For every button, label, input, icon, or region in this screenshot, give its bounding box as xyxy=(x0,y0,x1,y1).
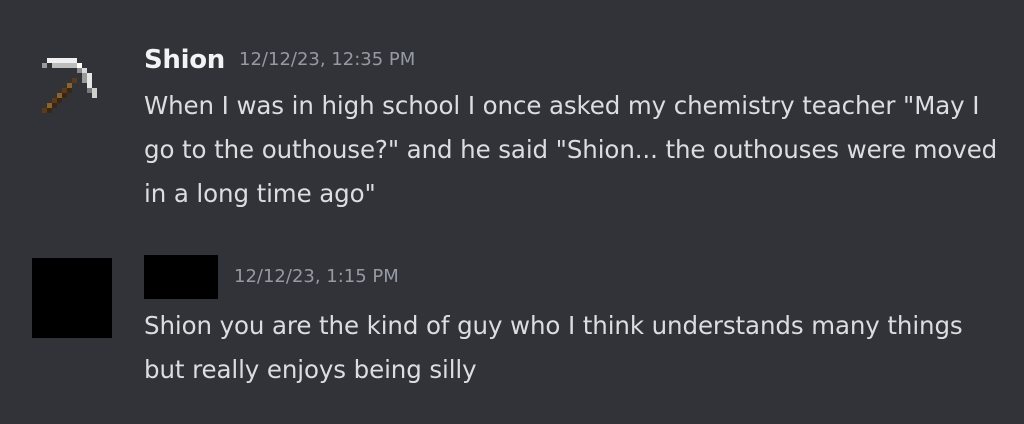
message-header: 12/12/23, 1:15 PM xyxy=(144,255,399,299)
message-text: When I was in high school I once asked m… xyxy=(144,91,998,208)
username[interactable]: Shion xyxy=(144,40,225,80)
timestamp[interactable]: 12/12/23, 12:35 PM xyxy=(239,40,415,80)
chat-message-list: Shion 12/12/23, 12:35 PM When I was in hi… xyxy=(0,0,1024,424)
redacted-username[interactable] xyxy=(144,255,218,299)
avatar[interactable] xyxy=(32,48,112,128)
timestamp[interactable]: 12/12/23, 1:15 PM xyxy=(234,257,399,297)
message-text: Shion you are the kind of guy who I thin… xyxy=(144,311,963,384)
redacted-avatar[interactable] xyxy=(32,258,112,338)
message-header: Shion 12/12/23, 12:35 PM xyxy=(144,40,415,80)
pickaxe-icon xyxy=(42,58,97,113)
